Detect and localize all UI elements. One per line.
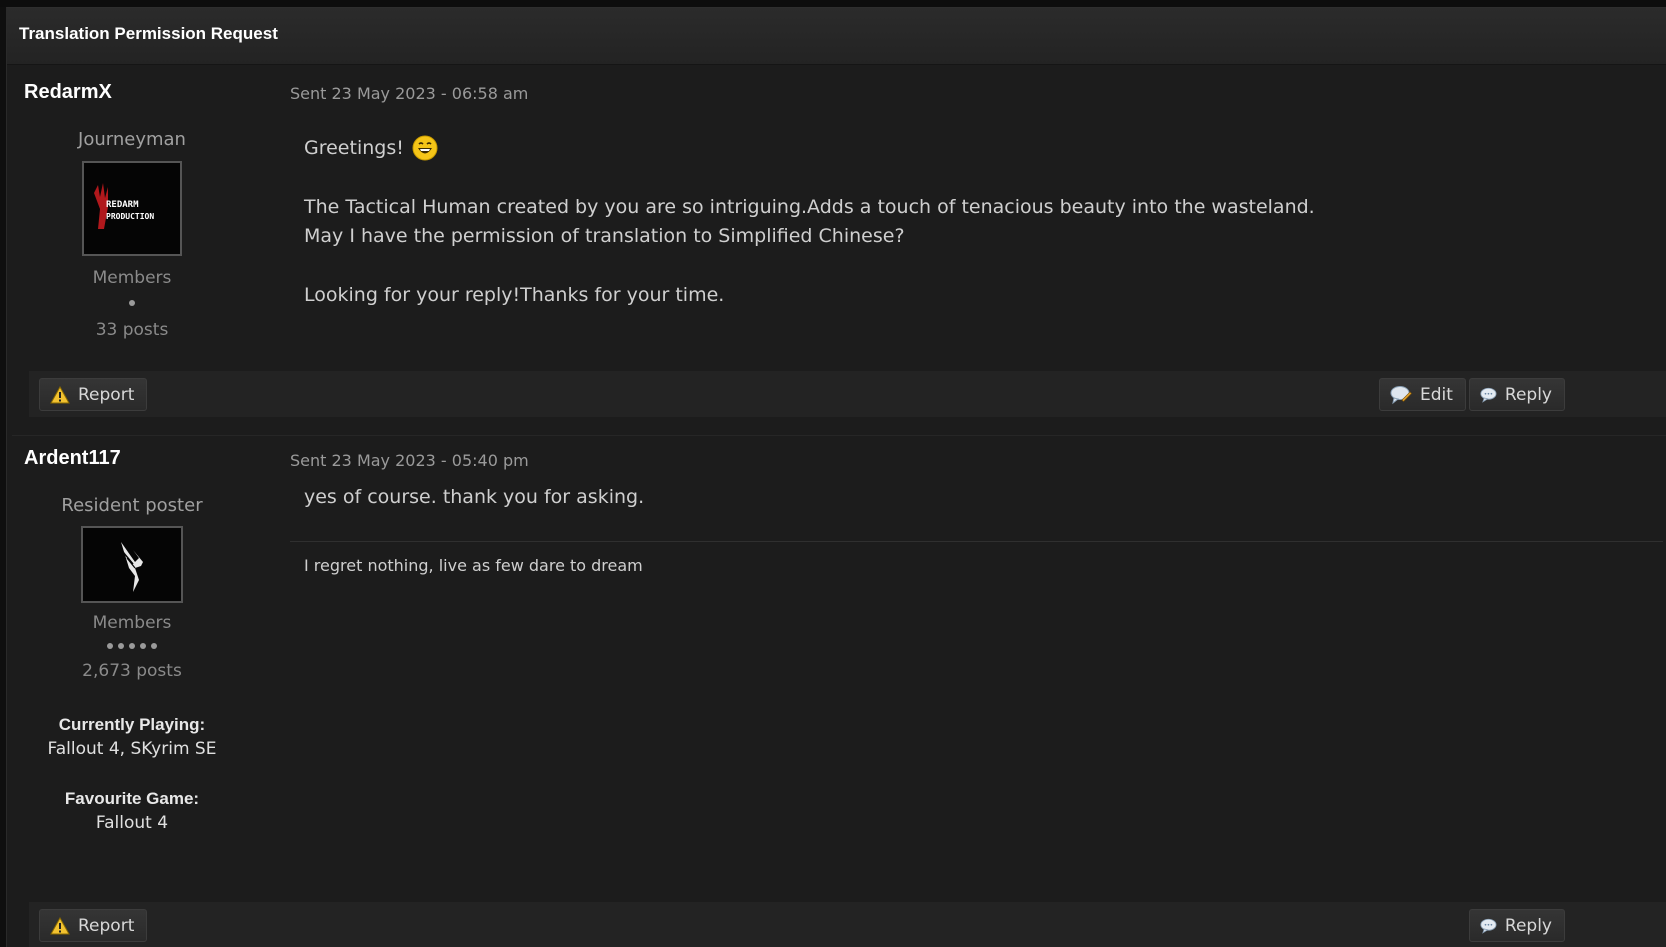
rank-pip xyxy=(151,643,157,649)
rank-pip xyxy=(107,643,113,649)
reply-label: Reply xyxy=(1504,915,1552,936)
member-rank: Journeyman xyxy=(78,129,186,150)
window-top-edge xyxy=(0,0,1666,7)
post-count[interactable]: 33 posts xyxy=(24,320,240,340)
rank-pip xyxy=(129,643,135,649)
greeting-text: Greetings! xyxy=(304,137,404,159)
post-redarmx: RedarmX Sent 23 May 2023 - 06:58 am Jour… xyxy=(12,65,1666,417)
post-body: Greetings! The Tactical Human created by… xyxy=(290,125,1663,365)
report-label: Report xyxy=(78,915,135,936)
message-line: yes of course. thank you for asking. xyxy=(304,486,645,508)
report-button[interactable]: Report xyxy=(39,378,148,411)
favourite-game-label: Favourite Game: xyxy=(64,789,200,808)
warning-triangle-icon xyxy=(50,916,70,934)
message-line: May I have the permission of translation… xyxy=(304,225,905,247)
post-body: yes of course. thank you for asking. I r… xyxy=(290,476,1663,596)
winged-logo xyxy=(83,528,181,601)
report-label: Report xyxy=(78,384,135,405)
post-date: Sent 23 May 2023 - 05:40 pm xyxy=(290,451,529,470)
reply-button[interactable]: Reply xyxy=(1469,378,1565,411)
logo-text-1: REDARM xyxy=(106,200,139,210)
speech-bubble-icon xyxy=(1480,918,1497,934)
panel-header: Translation Permission Request xyxy=(7,8,1666,65)
grin-emoji-icon xyxy=(412,135,438,161)
post-count[interactable]: 2,673 posts xyxy=(24,661,240,681)
rank-pips xyxy=(24,643,240,649)
warning-triangle-icon xyxy=(50,385,70,403)
member-group: Members xyxy=(92,268,172,288)
rank-pips xyxy=(24,300,240,306)
member-group: Members xyxy=(92,613,172,633)
redarm-logo: REDARM PRODUCTION xyxy=(84,163,180,254)
edit-button[interactable]: Edit xyxy=(1379,378,1466,411)
avatar[interactable] xyxy=(81,526,183,603)
author-info: Resident poster Members 2,673 posts Curr… xyxy=(24,495,240,833)
member-rank: Resident poster xyxy=(61,495,203,516)
speech-bubble-icon xyxy=(1480,387,1497,403)
message-line: Looking for your reply!Thanks for your t… xyxy=(304,284,725,306)
signature-divider xyxy=(290,541,1663,542)
signature: I regret nothing, live as few dare to dr… xyxy=(304,556,643,575)
edit-bubble-icon xyxy=(1390,385,1412,404)
post-actions-bar: Report Reply xyxy=(29,902,1666,947)
currently-playing-label: Currently Playing: xyxy=(58,715,206,734)
post-date: Sent 23 May 2023 - 06:58 am xyxy=(290,84,529,103)
author-info: Journeyman REDARM PRODUCTION Members 33 … xyxy=(24,129,240,340)
reply-label: Reply xyxy=(1504,384,1552,405)
currently-playing-value: Fallout 4, SKyrim SE xyxy=(47,739,217,759)
message-line: The Tactical Human created by you are so… xyxy=(304,196,1315,218)
rank-pip xyxy=(140,643,146,649)
reply-button[interactable]: Reply xyxy=(1469,909,1565,942)
logo-text-2: PRODUCTION xyxy=(106,212,154,221)
rank-pip xyxy=(129,300,135,306)
message-greeting: Greetings! xyxy=(304,135,438,161)
post-actions-bar: Report Edit Reply xyxy=(29,371,1666,417)
author-name[interactable]: RedarmX xyxy=(24,81,112,104)
messenger-panel: Translation Permission Request RedarmX S… xyxy=(6,7,1666,947)
avatar[interactable]: REDARM PRODUCTION xyxy=(82,161,182,256)
conversation-title: Translation Permission Request xyxy=(19,24,278,43)
author-name[interactable]: Ardent117 xyxy=(24,447,121,470)
edit-label: Edit xyxy=(1420,384,1453,405)
rank-pip xyxy=(118,643,124,649)
report-button[interactable]: Report xyxy=(39,909,148,942)
favourite-game-value: Fallout 4 xyxy=(95,813,169,833)
post-ardent117: Ardent117 Sent 23 May 2023 - 05:40 pm Re… xyxy=(12,435,1666,947)
